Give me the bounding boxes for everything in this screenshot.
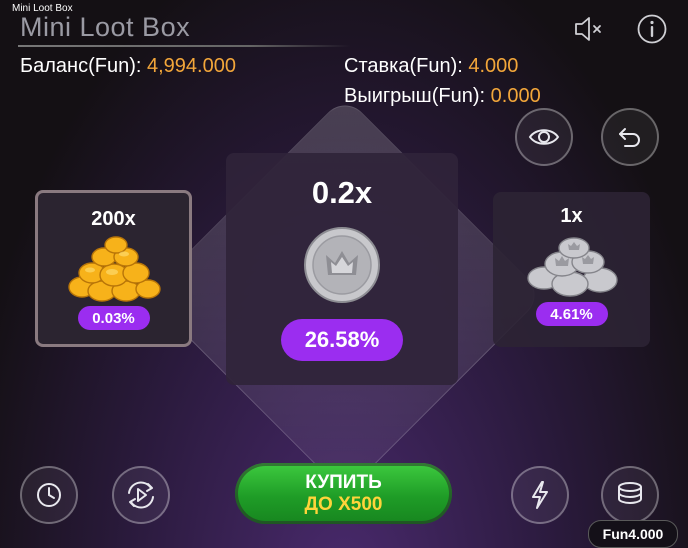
turbo-button[interactable] [511,466,569,524]
history-button[interactable] [20,466,78,524]
win-stat: Выигрыш(Fun): 0.000 [344,85,541,108]
buy-button[interactable]: КУПИТЬ ДО X500 [235,463,452,524]
clock-icon [37,483,61,507]
autoplay-icon [128,481,154,509]
speaker-muted-icon [575,17,601,41]
loot-card-200x[interactable]: 200x 0.03% [35,190,192,347]
undo-button[interactable] [601,108,659,166]
autoplay-button[interactable] [112,466,170,524]
balance-value: 4,994.000 [147,55,236,77]
coin-stack-icon [618,482,642,505]
title-divider [18,45,350,47]
bet-stat: Ставка(Fun): 4.000 [344,55,518,78]
win-value: 0.000 [490,85,541,107]
info-icon [637,14,667,44]
card-chance-pill: 4.61% [535,302,608,326]
card-chance-pill: 0.03% [77,306,150,330]
info-button[interactable] [634,12,670,46]
bet-label: Ставка(Fun): [344,55,463,77]
buy-button-sublabel: ДО X500 [304,493,383,515]
balance-stat: Баланс(Fun): 4,994.000 [20,55,236,78]
loot-card-0-2x[interactable]: 0.2x 26.58% [226,153,458,385]
currency-badge: Fun 4.000 [588,520,678,548]
loot-card-1x[interactable]: 1x 4.61% [493,192,650,347]
currency-value: 4.000 [628,526,664,542]
undo-arrow-icon [619,128,640,147]
gold-coins-pile-icon [67,236,161,302]
eye-icon [528,129,560,145]
lightning-icon [532,481,548,509]
buy-button-label: КУПИТЬ [305,471,382,493]
card-multiplier: 1x [560,205,583,227]
silver-coins-stack-icon [526,237,618,297]
currency-label: Fun [602,526,629,542]
card-multiplier: 200x [91,208,136,230]
bet-value: 4.000 [468,55,519,77]
card-multiplier: 0.2x [311,175,373,210]
card-chance-pill: 26.58% [281,319,403,361]
silver-coin-icon [304,227,380,303]
preview-button[interactable] [515,108,573,166]
bet-amount-button[interactable] [601,466,659,524]
win-label: Выигрыш(Fun): [344,85,486,107]
sound-mute-button[interactable] [568,12,608,46]
game-title: Mini Loot Box [20,12,191,42]
balance-label: Баланс(Fun): [20,55,142,77]
